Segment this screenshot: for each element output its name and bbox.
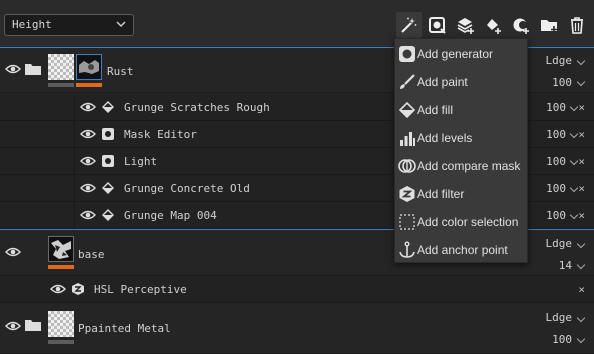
fill-bucket-icon[interactable] (480, 12, 506, 38)
effect-opacity[interactable]: 100 (546, 128, 566, 141)
fill-icon (102, 182, 114, 194)
trash-icon[interactable] (564, 12, 590, 38)
remove-effect-icon[interactable]: × (578, 209, 585, 222)
chevron-down-icon (116, 21, 126, 28)
menu-item-add-levels[interactable]: Add levels (395, 124, 527, 152)
brush-icon (400, 74, 415, 89)
blend-mode-select[interactable]: Ldge (546, 237, 573, 250)
add-layer-stack-icon[interactable] (452, 12, 478, 38)
layer-name: Ppainted Metal (78, 322, 171, 335)
effect-row[interactable]: HSL Perceptive × (0, 276, 594, 303)
remove-effect-icon[interactable]: × (578, 101, 585, 114)
indent-rule (74, 94, 75, 229)
compare-mask-icon (398, 159, 416, 173)
magic-wand-icon[interactable] (396, 12, 422, 38)
eye-icon[interactable] (5, 320, 21, 332)
layer-thumbnail (48, 54, 74, 80)
remove-effect-icon[interactable]: × (578, 182, 585, 195)
menu-item-label: Add anchor point (417, 243, 508, 257)
effect-opacity[interactable]: 100 (546, 182, 566, 195)
effect-opacity[interactable]: 100 (546, 209, 566, 222)
eye-icon[interactable] (5, 63, 21, 75)
mask-icon[interactable] (508, 12, 534, 38)
color-selection-icon (399, 214, 415, 230)
mask-color-bar (76, 83, 102, 87)
layer-thumbnail (48, 236, 74, 262)
levels-icon (400, 132, 415, 146)
add-effect-menu: Add generator Add paint Add fill Add lev… (394, 38, 528, 263)
anchor-icon (399, 241, 415, 258)
menu-item-add-fill[interactable]: Add fill (395, 96, 527, 124)
effect-name: Mask Editor (124, 128, 197, 141)
effect-opacity[interactable]: 100 (546, 101, 566, 114)
layer-name: base (78, 248, 105, 261)
eye-icon[interactable] (80, 209, 96, 221)
remove-effect-icon[interactable]: × (578, 128, 585, 141)
folder-icon (25, 320, 41, 331)
menu-item-label: Add levels (417, 131, 473, 145)
fill-icon (102, 101, 114, 113)
menu-item-label: Add filter (417, 187, 465, 201)
menu-item-label: Add color selection (417, 215, 519, 229)
opacity-select[interactable]: 100 (552, 333, 572, 346)
folder-icon (25, 64, 41, 75)
layer-row-painted-metal[interactable]: Ppainted Metal Ldge 100 (0, 304, 594, 354)
menu-item-add-anchor-point[interactable]: Add anchor point (395, 236, 527, 264)
channel-select-value: Height (12, 18, 52, 31)
eye-icon[interactable] (5, 246, 21, 258)
effect-name: Grunge Concrete Old (124, 182, 250, 195)
layer-thumbnail (48, 311, 74, 337)
filter-icon (399, 186, 415, 202)
menu-item-label: Add fill (417, 103, 454, 117)
eye-icon[interactable] (80, 101, 96, 113)
fill-icon (398, 101, 416, 119)
menu-item-add-filter[interactable]: Add filter (395, 180, 527, 208)
new-folder-icon[interactable] (536, 12, 562, 38)
menu-item-add-compare-mask[interactable]: Add compare mask (395, 152, 527, 180)
effect-name: Light (124, 155, 158, 168)
layer-name: Rust (107, 65, 134, 78)
blend-mode-select[interactable]: Ldge (546, 54, 573, 67)
effect-name: HSL Perceptive (94, 283, 187, 296)
menu-item-label: Add compare mask (417, 159, 521, 173)
menu-item-add-generator[interactable]: Add generator (395, 40, 527, 68)
menu-item-label: Add generator (417, 47, 494, 61)
blend-mode-select[interactable]: Ldge (546, 311, 573, 324)
menu-item-label: Add paint (417, 75, 468, 89)
layer-color-bar (48, 340, 74, 344)
eye-icon[interactable] (50, 283, 66, 295)
generator-icon (102, 155, 114, 167)
effect-name: Grunge Map 004 (124, 209, 217, 222)
eye-icon[interactable] (80, 182, 96, 194)
filter-icon (72, 283, 84, 295)
layer-color-bar (48, 83, 74, 87)
layer-color-bar (48, 265, 74, 269)
eye-icon[interactable] (80, 155, 96, 167)
remove-effect-icon[interactable]: × (578, 283, 585, 296)
add-layer-circle-icon[interactable] (424, 12, 450, 38)
mask-editor-icon (102, 128, 114, 140)
menu-item-add-paint[interactable]: Add paint (395, 68, 527, 96)
effect-opacity[interactable]: 100 (546, 155, 566, 168)
opacity-select[interactable]: 100 (552, 76, 572, 89)
fill-icon (102, 209, 114, 221)
menu-item-add-color-selection[interactable]: Add color selection (395, 208, 527, 236)
channel-select[interactable]: Height (4, 14, 134, 36)
opacity-select[interactable]: 14 (559, 259, 572, 272)
mask-thumbnail[interactable] (76, 54, 102, 80)
effect-name: Grunge Scratches Rough (124, 101, 270, 114)
generator-icon (399, 46, 415, 62)
remove-effect-icon[interactable]: × (578, 155, 585, 168)
eye-icon[interactable] (80, 128, 96, 140)
